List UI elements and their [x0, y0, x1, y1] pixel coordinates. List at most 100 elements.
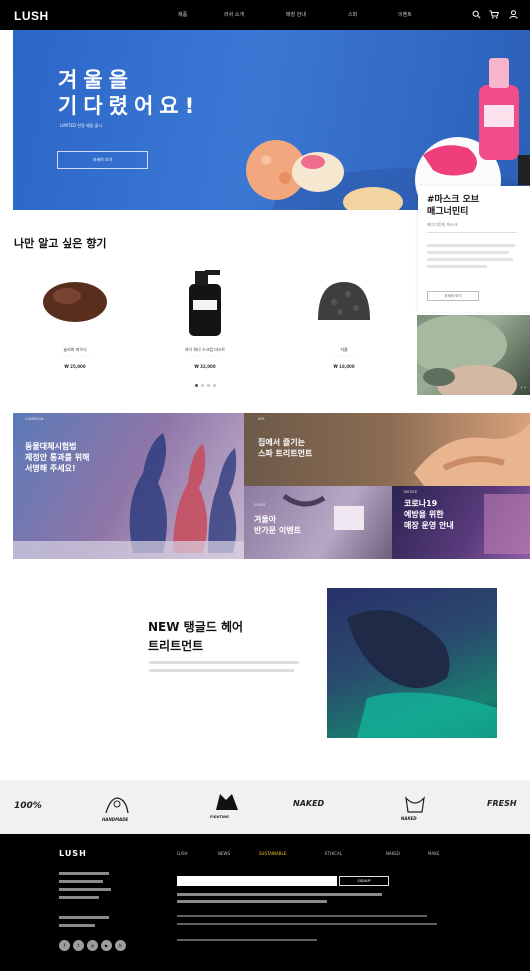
carousel-dot[interactable] [213, 384, 216, 387]
badge-naked-2: NAKED [398, 794, 432, 821]
nav-item-stores[interactable]: 매장 안내 [286, 11, 306, 18]
hair-treatment-illustration [347, 610, 497, 738]
hero-subtitle: LIMITED 한정 제품 출시 [60, 123, 102, 128]
product-image-charcoal [318, 282, 370, 320]
top-nav-bar [0, 0, 530, 30]
hero-banner[interactable]: 겨울을 기다렸어요! LIMITED 한정 제품 출시 자세히 보기 [13, 30, 530, 210]
hero-view-button[interactable]: 자세히 보기 [57, 151, 148, 169]
facebook-icon[interactable]: f [59, 940, 70, 951]
product-card[interactable]: 슬리피 파우더 · · · · · · · · · · · · · · ₩ 25… [15, 262, 135, 392]
products-section-title: 나만 알고 싶은 향기 [14, 237, 107, 250]
spa-banner[interactable]: SPA 집에서 즐기는 스파 트리트먼트 [244, 413, 530, 486]
side-mask-photo[interactable]: ‹ › [417, 315, 530, 395]
spa-tag: SPA [258, 417, 265, 421]
nav-item-events[interactable]: 이벤트 [398, 11, 412, 18]
feature-description [149, 659, 309, 672]
side-card-button[interactable]: 자세히 보기 [427, 291, 479, 301]
carousel-dot[interactable] [207, 384, 210, 387]
spa-text: 집에서 즐기는 스파 트리트먼트 [258, 438, 313, 458]
campaign-banner[interactable]: CAMPAIGN 동물대체시험법 제정안 통과를 위해 서명해 주세요! [13, 413, 244, 559]
nav-item-spa[interactable]: 스파 [348, 11, 357, 18]
mask-face-illustration [417, 315, 517, 395]
badge-label: 100% [14, 801, 42, 811]
product-desc: · · · · · · · · · · · · · · [189, 354, 221, 358]
cart-icon[interactable] [489, 10, 499, 19]
product-desc: · · · · · · · · · · · · · · [328, 354, 360, 358]
side-card-title: #마스크 오브 매그너민티 [427, 195, 480, 217]
product-name: 슬리피 파우더 [63, 347, 87, 352]
product-image-spray [189, 270, 221, 336]
nav-item-products[interactable]: 제품 [178, 11, 187, 18]
product-desc: · · · · · · · · · · · · · · [59, 354, 91, 358]
footer-link[interactable]: LUSH [177, 851, 188, 856]
hero-title: 겨울을 기다렸어요! [58, 68, 201, 118]
user-icon[interactable] [509, 10, 518, 19]
fighting-animal-testing-icon [216, 794, 238, 810]
event-tag: EVENT [254, 503, 266, 507]
badge-label: FRESH [487, 799, 517, 808]
event-text: 겨울아 반가운 이벤트 [254, 515, 301, 535]
carousel-dot[interactable] [201, 384, 204, 387]
carousel-dot[interactable] [195, 384, 198, 387]
footer-copyright-line [177, 915, 427, 917]
footer-link[interactable]: MAKE [428, 851, 439, 856]
feature-text-line [149, 669, 294, 672]
campaign-text: 동물대체시험법 제정안 통과를 위해 서명해 주세요! [25, 442, 90, 473]
newsletter-signup-button[interactable]: SIGNUP [339, 876, 389, 886]
footer-info-line [59, 896, 99, 899]
feature-text-line [149, 661, 299, 664]
side-promo-card[interactable]: #마스크 오브 매그너민티 매그너민티 마스크 자세히 보기 [418, 186, 530, 312]
badge-label: NAKED [401, 816, 417, 821]
product-name: 아이 워너 스크럽 미스트 [184, 347, 226, 352]
product-card[interactable]: 차콜 · · · · · · · · · · · · · · ₩ 18,000 [284, 262, 404, 392]
footer-note-line [177, 893, 382, 896]
youtube-icon[interactable]: ▶ [101, 940, 112, 951]
footer-logo[interactable]: LUSH [59, 849, 87, 858]
product-image-powder [43, 282, 107, 322]
footer-link[interactable]: NEWS [218, 851, 230, 856]
notice-tag: NOTICE [404, 490, 418, 494]
badge-fighting: FIGHTING [210, 790, 244, 819]
footer-info-line [59, 880, 103, 883]
nav-item-about[interactable]: 러쉬 소개 [224, 11, 244, 18]
side-card-text-line [427, 265, 487, 268]
badge-label: NAKED [293, 799, 325, 808]
notice-banner[interactable]: NOTICE 코로나19 예방을 위한 매장 운영 안내 [392, 486, 530, 559]
search-icon[interactable] [472, 10, 481, 19]
side-card-subtitle: 매그너민티 마스크 [427, 222, 458, 227]
feature-image[interactable] [327, 588, 497, 738]
newsletter-email-input[interactable] [177, 876, 337, 886]
side-card-divider [427, 232, 517, 233]
badge-label: HANDMADE [102, 817, 129, 822]
footer-copyright-line [177, 923, 437, 925]
naked-bottle-icon [405, 796, 425, 813]
footer-info-line [59, 872, 109, 875]
product-price: ₩ 32,000 [194, 364, 216, 369]
product-card[interactable]: 아이 워너 스크럽 미스트 · · · · · · · · · · · · · … [145, 262, 265, 392]
footer-info-line [59, 888, 111, 891]
blog-icon[interactable]: b [115, 940, 126, 951]
campaign-tag: CAMPAIGN [25, 417, 44, 421]
product-name: 차콜 [340, 347, 348, 352]
side-card-text-line [427, 244, 515, 247]
footer-link-highlighted[interactable]: SUSTAINABLE [259, 851, 286, 856]
footer-link[interactable]: ETHICAL [325, 851, 342, 856]
carousel-dots[interactable] [195, 384, 216, 387]
lush-logo[interactable]: LUSH [14, 9, 49, 23]
side-card-text-line [427, 251, 509, 254]
footer-note-line [177, 900, 327, 903]
instagram-icon[interactable]: ◎ [87, 940, 98, 951]
product-price: ₩ 18,000 [333, 364, 355, 369]
footer-copyright-line [177, 939, 317, 941]
notice-text: 코로나19 예방을 위한 매장 운영 안내 [404, 499, 454, 530]
feature-title: NEW 탱글드 헤어 트리트먼트 [148, 620, 244, 653]
twitter-icon[interactable]: t [73, 940, 84, 951]
footer-info-line [59, 916, 109, 919]
brand-badges-strip [0, 780, 530, 834]
product-price: ₩ 25,000 [64, 364, 86, 369]
footer-link[interactable]: NAKED [386, 851, 400, 856]
carousel-arrows-icon[interactable]: ‹ › [520, 385, 526, 391]
hero-products-illustration [246, 58, 530, 210]
badge-handmade: HANDMADE [100, 795, 134, 822]
event-banner[interactable]: EVENT 겨울아 반가운 이벤트 [244, 486, 392, 559]
